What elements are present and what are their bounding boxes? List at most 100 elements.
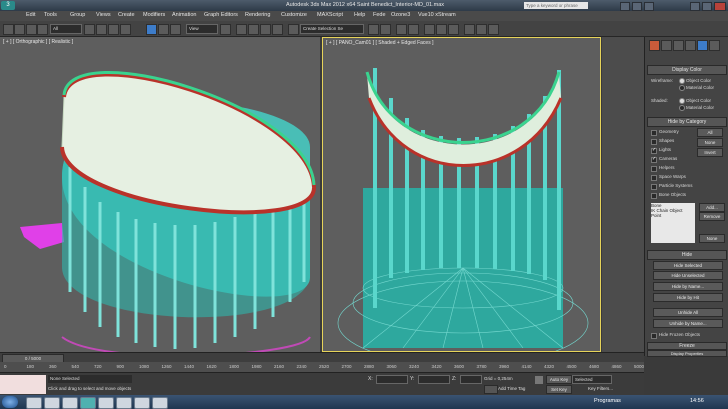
explorer-icon[interactable]: [26, 397, 42, 409]
hide-unselected-button[interactable]: Hide Unselected: [653, 271, 723, 280]
modify-tab-icon[interactable]: [661, 40, 672, 51]
menu-edit[interactable]: Edit: [26, 12, 35, 18]
add-time-tag[interactable]: Add Time Tag: [498, 386, 525, 391]
track-bar[interactable]: 0 180 360 540 720 900 1080 1260 1440 1620 1800 1980…: [0, 362, 644, 372]
display-properties-header[interactable]: Display Properties: [647, 350, 727, 357]
hide-by-category-header[interactable]: Hide by Category: [647, 117, 727, 127]
selection-region-icon[interactable]: [108, 24, 119, 35]
spinner-snap-icon[interactable]: [272, 24, 283, 35]
menu-animation[interactable]: Animation: [172, 12, 196, 18]
key-icon[interactable]: [535, 376, 543, 384]
minimize-button[interactable]: [690, 2, 700, 11]
select-object-icon[interactable]: [84, 24, 95, 35]
hide-by-name-button[interactable]: Hide by Name...: [653, 282, 723, 291]
menu-views[interactable]: Views: [96, 12, 111, 18]
shapes-checkbox[interactable]: [651, 139, 657, 145]
shaded-object-color-radio[interactable]: [679, 98, 685, 104]
maximize-button[interactable]: [702, 2, 712, 11]
app-taskbar-icon[interactable]: [98, 397, 114, 409]
auto-key-button[interactable]: Auto Key: [546, 375, 572, 384]
none-button[interactable]: None: [697, 138, 723, 147]
angle-snap-icon[interactable]: [248, 24, 259, 35]
select-and-scale-icon[interactable]: [170, 24, 181, 35]
help-icon[interactable]: [620, 2, 630, 11]
edit-named-selection-icon[interactable]: [288, 24, 299, 35]
viewport-camera[interactable]: [ + ] [ PANO_Cam01 ] [ Shaded + Edged Fa…: [322, 37, 601, 352]
app-logo-icon[interactable]: 3: [1, 1, 15, 10]
menu-customize[interactable]: Customize: [281, 12, 307, 18]
display-color-header[interactable]: Display Color: [647, 65, 727, 75]
menu-group[interactable]: Group: [70, 12, 85, 18]
select-and-rotate-icon[interactable]: [158, 24, 169, 35]
hierarchy-tab-icon[interactable]: [673, 40, 684, 51]
shaded-material-color-radio[interactable]: [679, 105, 685, 111]
redo-icon[interactable]: [14, 24, 25, 35]
mirror-icon[interactable]: [368, 24, 379, 35]
percent-snap-icon[interactable]: [260, 24, 271, 35]
comms-icon[interactable]: [632, 2, 642, 11]
create-tab-icon[interactable]: [649, 40, 660, 51]
select-by-name-icon[interactable]: [96, 24, 107, 35]
space-warps-checkbox[interactable]: [651, 175, 657, 181]
clock[interactable]: 14:56: [690, 398, 704, 404]
select-and-move-icon[interactable]: [146, 24, 157, 35]
y-coord-field[interactable]: [418, 375, 450, 384]
hide-selected-button[interactable]: Hide Selected: [653, 261, 723, 270]
layer-manager-icon[interactable]: [396, 24, 407, 35]
menu-tools[interactable]: Tools: [44, 12, 57, 18]
pivot-center-icon[interactable]: [220, 24, 231, 35]
menu-fede[interactable]: Fede: [373, 12, 386, 18]
snap-toggle-icon[interactable]: [236, 24, 247, 35]
cameras-checkbox[interactable]: [651, 156, 657, 163]
app-taskbar-icon[interactable]: [116, 397, 132, 409]
named-selection-dropdown[interactable]: Create Selection Se: [300, 24, 364, 34]
invert-button[interactable]: Invert: [697, 148, 723, 157]
set-key-button[interactable]: Set Key: [546, 385, 572, 394]
lights-checkbox[interactable]: [651, 147, 657, 154]
bone-objects-checkbox[interactable]: [651, 193, 657, 199]
time-tag-icon[interactable]: [484, 385, 498, 394]
close-button[interactable]: [714, 2, 726, 11]
category-list[interactable]: Bone IK Chain Object Point: [651, 203, 695, 243]
3dsmax-taskbar-icon[interactable]: [80, 397, 96, 409]
menu-ozone3[interactable]: Ozone3: [391, 12, 410, 18]
render-production-icon[interactable]: [488, 24, 499, 35]
hide-header[interactable]: Hide: [647, 250, 727, 260]
list-item[interactable]: Point: [651, 213, 695, 218]
menu-help[interactable]: Help: [354, 12, 365, 18]
menu-modifiers[interactable]: Modifiers: [143, 12, 165, 18]
helpers-checkbox[interactable]: [651, 166, 657, 172]
add-button[interactable]: Add...: [699, 203, 725, 212]
z-coord-field[interactable]: [460, 375, 482, 384]
unhide-by-name-button[interactable]: Unhide by Name...: [653, 319, 723, 328]
x-coord-field[interactable]: [376, 375, 408, 384]
programs-label[interactable]: Programas: [594, 398, 621, 404]
link-icon[interactable]: [26, 24, 37, 35]
app-taskbar-icon[interactable]: [134, 397, 150, 409]
motion-tab-icon[interactable]: [685, 40, 696, 51]
all-button[interactable]: All: [697, 128, 723, 137]
maxscript-listener[interactable]: [0, 375, 46, 394]
app-taskbar-icon[interactable]: [152, 397, 168, 409]
particle-systems-checkbox[interactable]: [651, 184, 657, 190]
graphite-ribbon-icon[interactable]: [408, 24, 419, 35]
media-player-icon[interactable]: [44, 397, 60, 409]
hide-by-hit-button[interactable]: Hide by Hit: [653, 293, 723, 302]
undo-icon[interactable]: [3, 24, 14, 35]
material-editor-icon[interactable]: [448, 24, 459, 35]
viewport-label[interactable]: [ + ] [ PANO_Cam01 ] [ Shaded + Edged Fa…: [326, 40, 433, 46]
display-tab-icon[interactable]: [697, 40, 708, 51]
freeze-header[interactable]: Freeze: [647, 342, 727, 350]
geometry-checkbox[interactable]: [651, 130, 657, 136]
utilities-tab-icon[interactable]: [709, 40, 720, 51]
curve-editor-icon[interactable]: [424, 24, 435, 35]
reference-coord-dropdown[interactable]: View: [186, 24, 218, 34]
unhide-all-button[interactable]: Unhide All: [653, 308, 723, 317]
key-mode-dropdown[interactable]: Selected: [572, 375, 612, 384]
menu-maxscript[interactable]: MAXScript: [317, 12, 343, 18]
align-icon[interactable]: [380, 24, 391, 35]
hide-frozen-checkbox[interactable]: [651, 333, 657, 339]
favorites-icon[interactable]: [644, 2, 654, 11]
remove-button[interactable]: Remove: [699, 212, 725, 221]
schematic-view-icon[interactable]: [436, 24, 447, 35]
